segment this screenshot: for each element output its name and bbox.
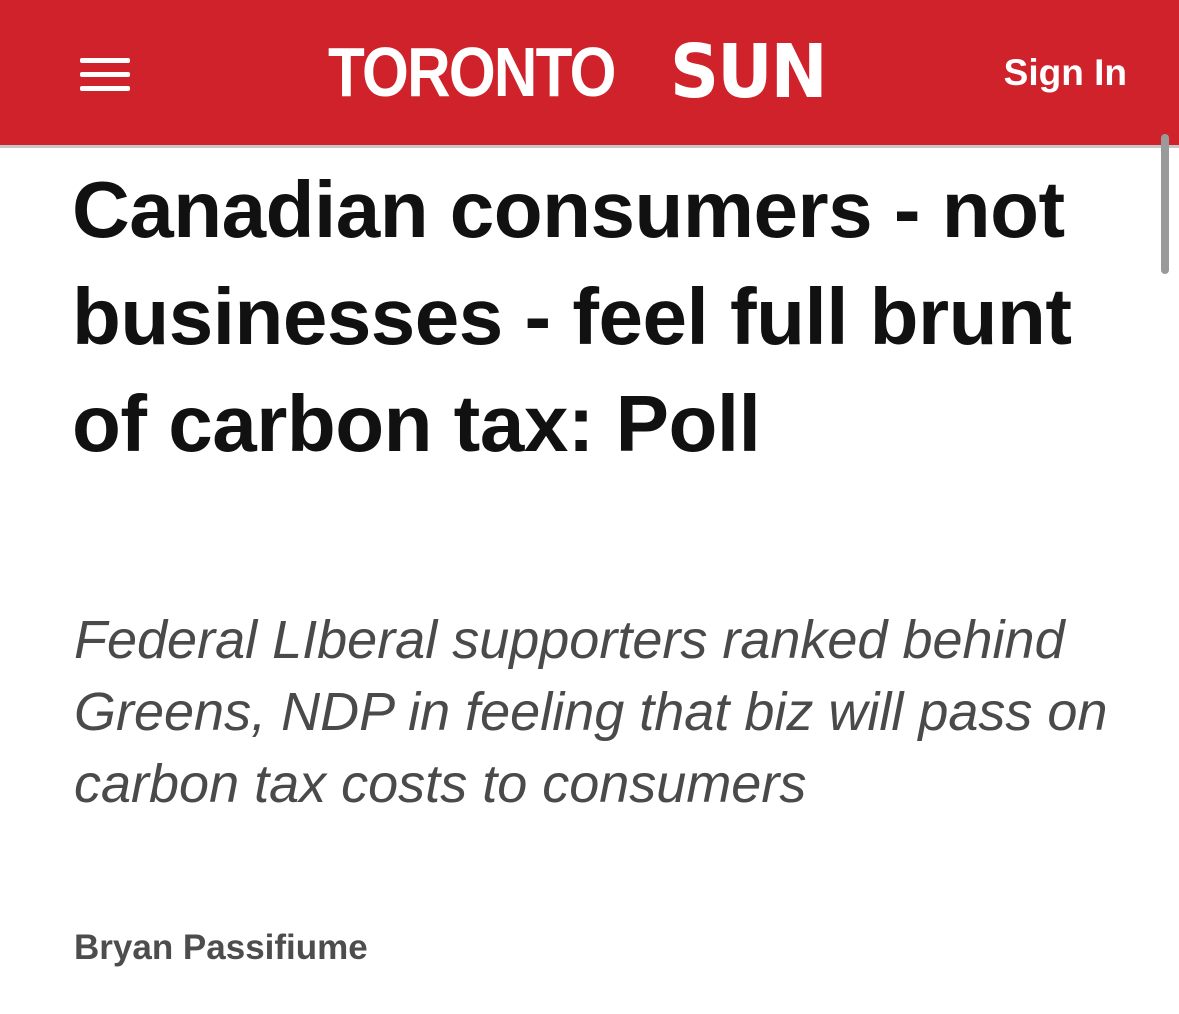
article-subheadline: Federal LIberal supporters ranked behind… [74,610,1108,814]
author-byline[interactable]: Bryan Passifiume [74,928,368,968]
site-logo[interactable]: TORONTO SUN [328,29,839,115]
menu-bar-bottom [80,86,130,91]
hamburger-menu-icon[interactable] [80,56,130,92]
logo-sun-text: SUN [670,29,828,115]
site-header: TORONTO SUN Sign In [0,0,1179,148]
menu-bar-top [80,58,130,63]
article-headline: Canadian consumers - not businesses - fe… [72,165,1072,468]
scrollbar-thumb[interactable] [1161,134,1169,274]
logo-toronto-text: TORONTO [328,33,616,111]
menu-bar-middle [80,72,130,77]
sign-in-link[interactable]: Sign In [1004,52,1127,94]
